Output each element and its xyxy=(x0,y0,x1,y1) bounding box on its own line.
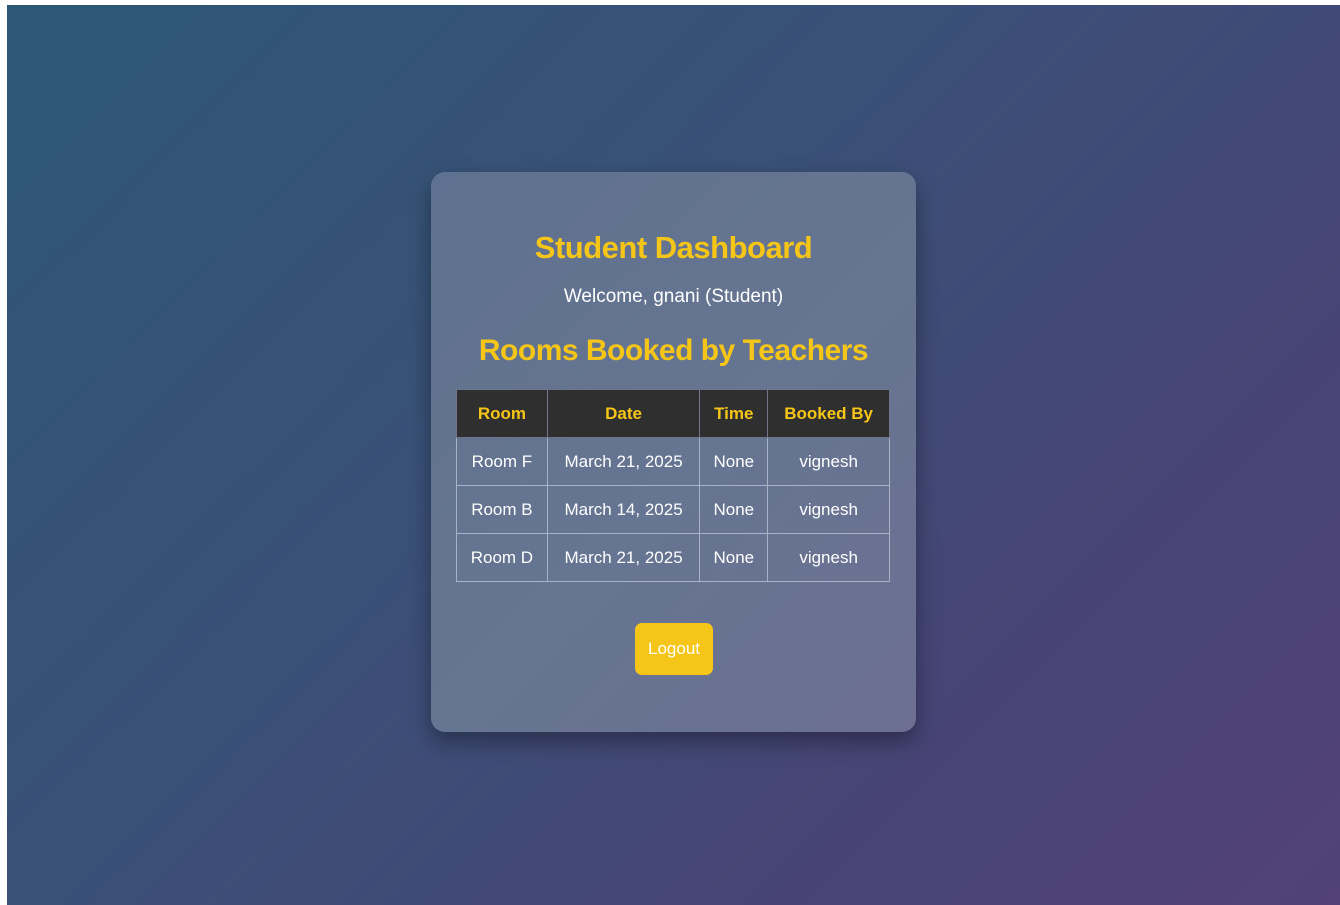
table-row: Room F March 21, 2025 None vignesh xyxy=(456,437,890,486)
cell-date: March 14, 2025 xyxy=(546,485,701,534)
page-title: Student Dashboard xyxy=(534,230,813,265)
cell-time: None xyxy=(699,533,769,582)
logout-button[interactable]: Logout xyxy=(635,623,713,675)
cell-date: March 21, 2025 xyxy=(546,533,701,582)
table-row: Room D March 21, 2025 None vignesh xyxy=(456,533,890,582)
table-row: Room B March 14, 2025 None vignesh xyxy=(456,485,890,534)
bookings-heading: Rooms Booked by Teachers xyxy=(478,334,869,367)
column-header-booked-by: Booked By xyxy=(767,389,890,438)
bookings-table: Room Date Time Booked By Room F March 21… xyxy=(456,389,890,582)
cell-time: None xyxy=(699,437,769,486)
cell-time: None xyxy=(699,485,769,534)
cell-room: Room B xyxy=(456,485,548,534)
column-header-date: Date xyxy=(546,389,701,438)
cell-booked-by: vignesh xyxy=(767,485,890,534)
cell-date: March 21, 2025 xyxy=(546,437,701,486)
cell-room: Room D xyxy=(456,533,548,582)
column-header-time: Time xyxy=(699,389,769,438)
cell-booked-by: vignesh xyxy=(767,437,890,486)
table-header-row: Room Date Time Booked By xyxy=(456,389,890,438)
welcome-message: Welcome, gnani (Student) xyxy=(563,286,784,307)
dashboard-card: Student Dashboard Welcome, gnani (Studen… xyxy=(431,172,916,732)
page-background: Student Dashboard Welcome, gnani (Studen… xyxy=(7,5,1340,905)
cell-booked-by: vignesh xyxy=(767,533,890,582)
cell-room: Room F xyxy=(456,437,548,486)
column-header-room: Room xyxy=(456,389,548,438)
